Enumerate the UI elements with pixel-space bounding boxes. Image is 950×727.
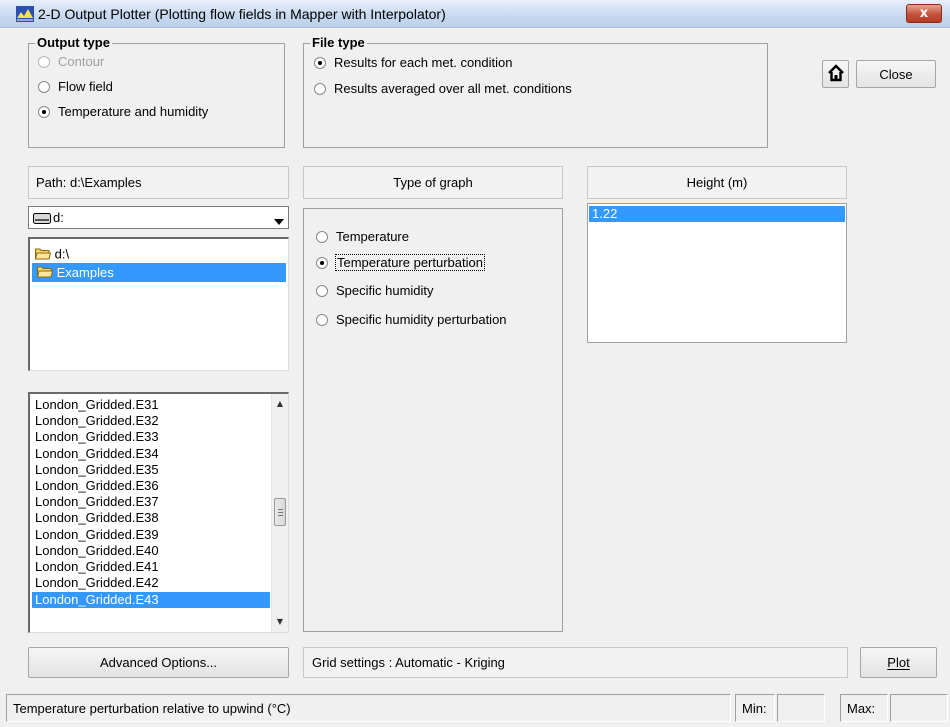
each-condition-radio[interactable] bbox=[314, 56, 326, 69]
home-button[interactable] bbox=[822, 60, 849, 88]
height-item-label: 1.22 bbox=[592, 206, 618, 221]
graph-temperature-perturbation-radio[interactable] bbox=[316, 256, 328, 269]
output-type-group: Output type Contour Flow field Temperatu… bbox=[28, 35, 285, 148]
grid-settings-label: Grid settings : Automatic - Kriging bbox=[312, 655, 505, 670]
status-bar: Temperature perturbation relative to upw… bbox=[0, 690, 950, 727]
flow-field-radio[interactable] bbox=[38, 80, 50, 93]
file-list[interactable]: London_Gridded.E31 London_Gridded.E32 Lond… bbox=[28, 392, 289, 633]
window-close-button[interactable]: x bbox=[906, 4, 942, 23]
averaged-label: Results averaged over all met. condition… bbox=[334, 81, 572, 96]
height-item[interactable]: 1.22 bbox=[589, 206, 845, 222]
scroll-up-icon[interactable]: ▲ bbox=[272, 396, 288, 412]
home-icon bbox=[827, 63, 845, 85]
max-label-cell: Max: bbox=[840, 694, 888, 722]
grid-settings-display: Grid settings : Automatic - Kriging bbox=[303, 647, 848, 678]
scroll-thumb[interactable] bbox=[274, 498, 286, 526]
max-label: Max: bbox=[847, 700, 876, 716]
file-type-title: File type bbox=[310, 35, 367, 50]
min-value-cell bbox=[777, 694, 825, 722]
window-title: 2-D Output Plotter (Plotting flow fields… bbox=[38, 6, 446, 22]
max-value-cell bbox=[890, 694, 948, 722]
min-label: Min: bbox=[742, 700, 767, 716]
drive-select[interactable]: d: bbox=[28, 206, 289, 229]
graph-specific-humidity-option[interactable]: Specific humidity bbox=[316, 283, 434, 298]
graph-specific-humidity-perturbation-label: Specific humidity perturbation bbox=[336, 312, 507, 327]
height-list[interactable]: 1.22 bbox=[587, 203, 847, 343]
folder-examples-label: Examples bbox=[56, 265, 114, 280]
advanced-options-button[interactable]: Advanced Options... bbox=[28, 647, 289, 678]
graph-type-header: Type of graph bbox=[303, 166, 563, 199]
each-condition-label: Results for each met. condition bbox=[334, 55, 513, 70]
path-label: Path: d:\Examples bbox=[36, 175, 142, 190]
open-folder-icon bbox=[36, 264, 54, 283]
drive-value: d: bbox=[53, 210, 64, 225]
status-message: Temperature perturbation relative to upw… bbox=[13, 700, 291, 716]
close-button[interactable]: Close bbox=[856, 60, 936, 88]
file-list-item[interactable]: London_Gridded.E33 bbox=[32, 430, 270, 444]
file-type-group: File type Results for each met. conditio… bbox=[303, 35, 768, 148]
file-list-item[interactable]: London_Gridded.E37 bbox=[32, 495, 270, 509]
open-folder-icon bbox=[34, 247, 52, 263]
output-type-flow-field-option[interactable]: Flow field bbox=[38, 79, 113, 94]
close-x-glyph: x bbox=[919, 6, 929, 21]
graph-temperature-label: Temperature bbox=[336, 229, 409, 244]
advanced-options-label: Advanced Options... bbox=[99, 655, 218, 670]
contour-label: Contour bbox=[58, 54, 105, 69]
close-button-label: Close bbox=[879, 66, 913, 82]
plot-button-label: Plot bbox=[887, 655, 910, 670]
folder-item-examples[interactable]: Examples bbox=[32, 263, 286, 282]
graph-temperature-perturbation-option[interactable]: Temperature perturbation bbox=[316, 254, 485, 271]
graph-temperature-radio[interactable] bbox=[316, 230, 328, 243]
height-header: Height (m) bbox=[587, 166, 847, 199]
chevron-down-icon[interactable] bbox=[274, 214, 284, 229]
file-list-item[interactable]: London_Gridded.E41 bbox=[32, 560, 270, 574]
temperature-humidity-radio[interactable] bbox=[38, 105, 50, 118]
title-bar[interactable]: 2-D Output Plotter (Plotting flow fields… bbox=[0, 0, 950, 28]
file-list-item[interactable]: London_Gridded.E31 bbox=[32, 398, 270, 412]
file-list-item[interactable]: London_Gridded.E38 bbox=[32, 511, 270, 525]
file-list-item[interactable]: London_Gridded.E36 bbox=[32, 479, 270, 493]
drive-icon bbox=[33, 212, 51, 227]
file-type-averaged-option[interactable]: Results averaged over all met. condition… bbox=[314, 81, 572, 96]
graph-type-panel: Temperature Temperature perturbation Spe… bbox=[303, 208, 563, 632]
file-list-item[interactable]: London_Gridded.E34 bbox=[32, 446, 270, 461]
graph-temperature-option[interactable]: Temperature bbox=[316, 229, 409, 244]
file-list-item[interactable]: London_Gridded.E40 bbox=[32, 543, 270, 558]
file-type-each-condition-option[interactable]: Results for each met. condition bbox=[314, 55, 512, 70]
file-list-item[interactable]: London_Gridded.E43 bbox=[32, 592, 270, 609]
file-list-item[interactable]: London_Gridded.E42 bbox=[32, 576, 270, 590]
graph-specific-humidity-radio[interactable] bbox=[316, 284, 328, 297]
averaged-radio[interactable] bbox=[314, 82, 326, 95]
graph-specific-humidity-label: Specific humidity bbox=[336, 283, 434, 298]
file-list-item[interactable]: London_Gridded.E32 bbox=[32, 414, 270, 428]
scroll-down-icon[interactable]: ▼ bbox=[272, 614, 288, 630]
folder-tree[interactable]: d:\ Examples bbox=[28, 237, 289, 371]
path-header: Path: d:\Examples bbox=[28, 166, 289, 199]
output-type-temperature-humidity-option[interactable]: Temperature and humidity bbox=[38, 104, 208, 119]
height-header-label: Height (m) bbox=[686, 175, 748, 190]
flow-field-label: Flow field bbox=[58, 79, 113, 94]
graph-temperature-perturbation-label: Temperature perturbation bbox=[335, 254, 485, 271]
plot-button[interactable]: Plot bbox=[860, 647, 937, 678]
app-icon bbox=[16, 6, 34, 22]
graph-specific-humidity-perturbation-radio[interactable] bbox=[316, 313, 328, 326]
graph-type-header-label: Type of graph bbox=[393, 175, 473, 190]
min-label-cell: Min: bbox=[735, 694, 775, 722]
file-list-item[interactable]: London_Gridded.E35 bbox=[32, 462, 270, 477]
output-type-contour-option[interactable]: Contour bbox=[38, 54, 104, 69]
graph-specific-humidity-perturbation-option[interactable]: Specific humidity perturbation bbox=[316, 312, 507, 327]
file-list-scrollbar[interactable]: ▲ ▼ bbox=[271, 394, 288, 632]
temperature-humidity-label: Temperature and humidity bbox=[58, 104, 209, 119]
output-plotter-window: 2-D Output Plotter (Plotting flow fields… bbox=[0, 0, 950, 727]
output-type-title: Output type bbox=[35, 35, 112, 50]
folder-root-label: d:\ bbox=[54, 246, 70, 262]
contour-radio[interactable] bbox=[38, 55, 50, 68]
status-message-cell: Temperature perturbation relative to upw… bbox=[6, 694, 731, 722]
folder-item-root[interactable]: d:\ bbox=[32, 247, 286, 261]
file-list-item[interactable]: London_Gridded.E39 bbox=[32, 527, 270, 542]
